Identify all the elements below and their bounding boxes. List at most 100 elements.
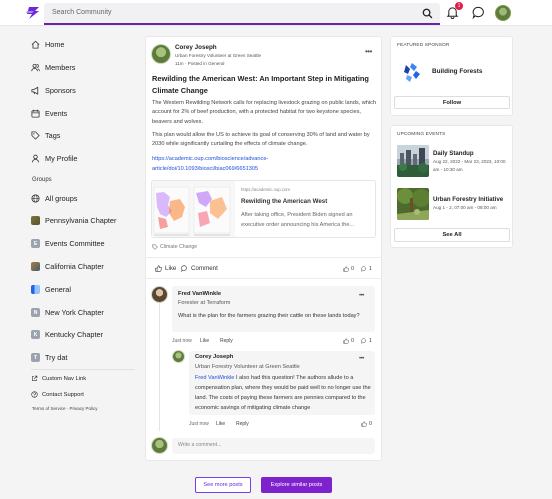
- reply-reply-button[interactable]: Reply: [236, 421, 249, 427]
- search-bar[interactable]: Search Community: [44, 3, 440, 25]
- group-item-new-york-chapter[interactable]: N New York Chapter: [31, 308, 104, 317]
- nav-item-label: Tags: [45, 131, 61, 140]
- group-thumbnail-icon: [31, 216, 40, 225]
- comment-count-value: 1: [369, 266, 372, 272]
- logo-icon[interactable]: [25, 5, 41, 21]
- comment-like-count-value: 0: [351, 338, 354, 344]
- tag-icon: [31, 131, 40, 140]
- group-item-try-dat[interactable]: T Try dat: [31, 353, 67, 362]
- featured-sponsor-heading: FEATURED SPONSOR: [397, 43, 450, 48]
- link-preview-domain: https://academic.oup.com: [241, 187, 290, 192]
- group-label: Events Committee: [45, 239, 105, 248]
- thumbs-up-icon: [155, 265, 162, 272]
- group-item-california-chapter[interactable]: California Chapter: [31, 262, 104, 271]
- event-title[interactable]: Urban Forestry Initiative: [433, 196, 503, 203]
- post-divider: [146, 257, 381, 258]
- group-label: All groups: [45, 194, 78, 203]
- group-letter-icon: T: [31, 353, 40, 362]
- post-author-avatar[interactable]: [151, 44, 171, 64]
- megaphone-icon: [31, 86, 39, 95]
- event-date: Aug 1 - 2, 07:00 am - 08:00 am: [433, 205, 497, 210]
- search-icon[interactable]: [422, 8, 433, 19]
- post-link[interactable]: https://academic.oup.com/bioscience/adva…: [152, 154, 302, 174]
- current-user-avatar: [151, 437, 168, 454]
- reply-author-role: Urban Forestry Volunteer at Green Seattl…: [195, 364, 300, 370]
- nav-item-sponsors[interactable]: Sponsors: [31, 86, 76, 95]
- post-more-options-icon[interactable]: •••: [365, 47, 372, 56]
- user-avatar[interactable]: [495, 5, 511, 21]
- comment-author-name[interactable]: Fred VanWinkle: [178, 291, 221, 297]
- sponsor-name[interactable]: Building Forests: [432, 68, 482, 75]
- group-item-kentucky-chapter[interactable]: K Kentucky Chapter: [31, 330, 103, 339]
- contact-support-link[interactable]: Contact Support: [31, 391, 84, 398]
- event-image-daily-standup[interactable]: [397, 145, 429, 177]
- nav-item-tags[interactable]: Tags: [31, 131, 60, 140]
- nav-item-home[interactable]: Home: [31, 40, 64, 49]
- like-count-value: 0: [351, 266, 354, 272]
- reply-time: Just now: [189, 421, 209, 427]
- write-comment-input[interactable]: Write a comment...: [172, 438, 375, 454]
- link-preview-title: Rewilding the American West: [241, 198, 328, 205]
- group-letter-icon: N: [31, 308, 40, 317]
- event-image-urban-forestry[interactable]: [397, 188, 429, 220]
- comment-button[interactable]: Comment: [181, 265, 218, 272]
- link-preview-image: [152, 181, 235, 237]
- comment-time: Just now: [172, 338, 192, 344]
- comment-text: What is the plan for the farmers grazing…: [178, 313, 360, 319]
- link-preview-card[interactable]: https://academic.oup.com Rewilding the A…: [151, 180, 376, 238]
- globe-icon: [31, 194, 40, 203]
- event-title[interactable]: Daily Standup: [433, 150, 474, 157]
- reply-like-count: 0: [361, 421, 372, 427]
- nav-item-members[interactable]: Members: [31, 63, 75, 72]
- nav-item-events[interactable]: Events: [31, 109, 67, 118]
- comment-author-avatar[interactable]: [151, 286, 168, 303]
- group-item-general[interactable]: General: [31, 285, 71, 294]
- follow-sponsor-button[interactable]: Follow: [394, 96, 510, 109]
- actions-divider: [146, 278, 381, 279]
- comment-like-count: 0: [343, 338, 354, 344]
- post-author-name[interactable]: Corey Joseph: [175, 44, 217, 51]
- event-date: Aug 22, 2022 - Mar 23, 2023, 10:00 am - …: [433, 159, 506, 172]
- nav-item-my-profile[interactable]: My Profile: [31, 154, 77, 163]
- custom-nav-link[interactable]: Custom Nav Link: [31, 375, 86, 382]
- help-icon: [31, 391, 38, 398]
- reply-like-count-value: 0: [369, 421, 372, 427]
- search-input[interactable]: Search Community: [52, 9, 112, 16]
- reply-author-avatar[interactable]: [172, 350, 185, 363]
- comment-icon: [181, 265, 187, 272]
- group-item-pennsylvania-chapter[interactable]: Pennsylvania Chapter: [31, 216, 116, 225]
- tag-icon: [152, 244, 158, 250]
- comment-reply-count: 1: [361, 338, 372, 344]
- group-label: General: [45, 285, 71, 294]
- group-item-all-groups[interactable]: All groups: [31, 194, 77, 203]
- terms-privacy-links[interactable]: Terms of Service · Privacy Policy: [32, 406, 98, 411]
- reply-author-name[interactable]: Corey Joseph: [195, 354, 233, 360]
- post-title: Rewilding the American West: An Importan…: [152, 74, 369, 95]
- explore-similar-posts-button[interactable]: Explore similar posts: [261, 477, 332, 493]
- top-bar: Search Community 1: [0, 0, 552, 26]
- comment-reply-button[interactable]: Reply: [220, 338, 233, 344]
- comment-like-button[interactable]: Like: [200, 338, 209, 344]
- mention-link[interactable]: Fred VanWinkle: [195, 375, 234, 381]
- post-author-role: Urban Forestry Volunteer at Green Seattl…: [175, 53, 262, 58]
- like-button[interactable]: Like: [155, 265, 176, 272]
- chat-icon[interactable]: [472, 6, 485, 19]
- post-tag-label: Climate Change: [160, 244, 198, 250]
- post-tag[interactable]: Climate Change: [152, 244, 197, 250]
- calendar-icon: [31, 109, 40, 118]
- sponsor-logo-icon[interactable]: [397, 59, 427, 86]
- group-label: Try dat: [45, 353, 68, 362]
- nav-divider: [31, 369, 135, 370]
- see-more-posts-button[interactable]: See more posts: [195, 477, 251, 493]
- user-icon: [31, 154, 40, 163]
- see-all-events-button[interactable]: See All: [394, 228, 510, 242]
- contact-support-label: Contact Support: [42, 391, 84, 398]
- comment-label: Comment: [191, 265, 218, 272]
- reply-like-button[interactable]: Like: [216, 421, 225, 427]
- comment-more-options-icon[interactable]: •••: [359, 293, 364, 299]
- reply-more-options-icon[interactable]: •••: [359, 356, 364, 362]
- post-meta: 11m · Posted in General: [175, 61, 225, 66]
- group-item-events-committee[interactable]: E Events Committee: [31, 239, 105, 248]
- home-icon: [31, 40, 40, 49]
- notification-badge: 1: [455, 2, 463, 10]
